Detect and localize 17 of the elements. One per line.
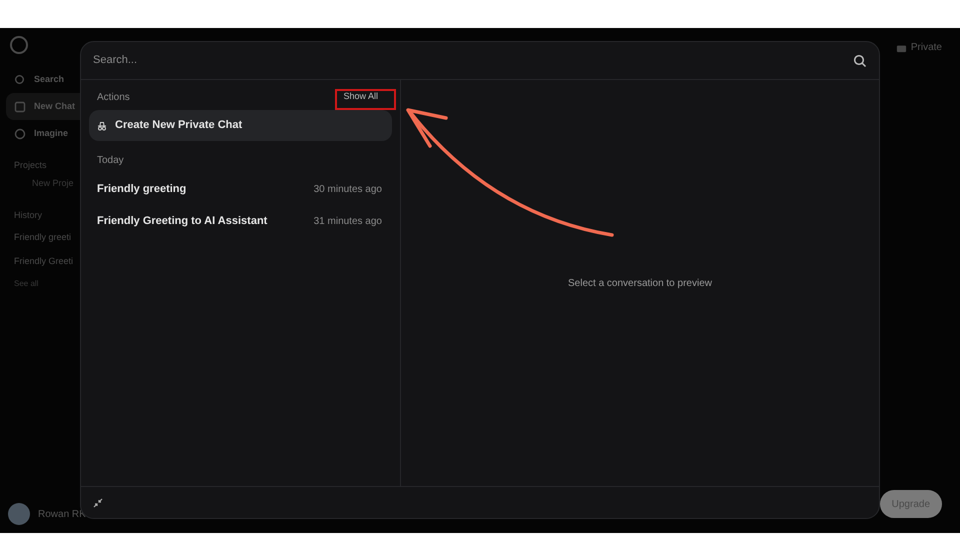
- square-icon: [14, 100, 26, 112]
- collapse-icon[interactable]: [93, 498, 103, 508]
- search-field[interactable]: Search...: [93, 52, 853, 69]
- show-all-button[interactable]: Show All: [339, 88, 382, 106]
- conversation-title[interactable]: Friendly Greeting to AI Assistant: [97, 212, 268, 230]
- timestamp: 31 minutes ago: [314, 214, 382, 228]
- section-heading: Today: [96, 154, 125, 168]
- sidebar-item[interactable]: Search: [6, 66, 126, 93]
- circle-icon: [14, 128, 26, 140]
- timestamp: 30 minutes ago: [314, 182, 382, 196]
- private-button[interactable]: Private: [910, 40, 942, 55]
- highlight-box: [335, 89, 396, 110]
- conversation-title[interactable]: Friendly greeting: [97, 180, 186, 198]
- avatar-icon[interactable]: [8, 503, 30, 525]
- create-private-chat-button[interactable]: Create New Private Chat: [89, 110, 392, 141]
- empty-preview-message: Select a conversation to preview: [568, 276, 712, 290]
- incognito-icon: [97, 120, 107, 130]
